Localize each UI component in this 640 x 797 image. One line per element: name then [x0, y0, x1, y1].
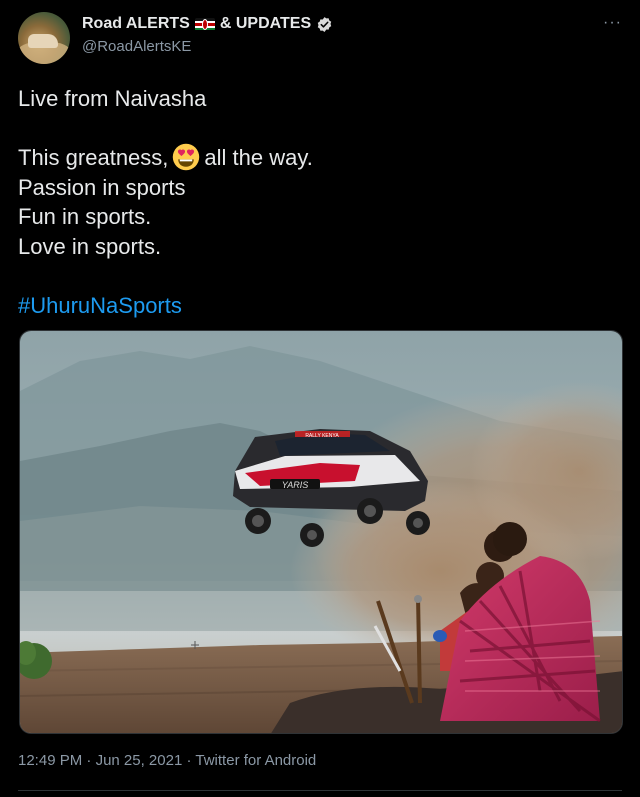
divider	[18, 790, 622, 791]
tweet-meta: 12:49 PM · Jun 25, 2021 · Twitter for An…	[18, 752, 316, 769]
kenya-flag-icon	[194, 17, 215, 31]
avatar-car	[28, 34, 58, 48]
tweet-line-2: This greatness, all the way.	[18, 143, 313, 171]
tweet-line-3: Passion in sports	[18, 174, 186, 200]
tweet-source[interactable]: Twitter for Android	[195, 752, 316, 769]
heart-eyes-emoji-icon	[173, 143, 200, 171]
meta-separator-1: ·	[86, 752, 92, 769]
hashtag-link[interactable]: #UhuruNaSports	[18, 291, 618, 321]
tweet-line-1: Live from Naivasha	[18, 86, 207, 111]
author-name-part1: Road ALERTS	[82, 15, 190, 32]
car-label: YARIS	[282, 480, 309, 490]
avatar[interactable]	[18, 12, 70, 64]
rally-photo: YARIS RALLY KENYA	[20, 331, 622, 733]
author-name-part2: & UPDATES	[219, 15, 312, 32]
meta-separator-2: ·	[186, 752, 192, 769]
tweet-time[interactable]: 12:49 PM	[18, 752, 82, 769]
author-name[interactable]: Road ALERTS & UPDATES	[82, 15, 333, 33]
verified-badge-icon	[317, 16, 332, 32]
tweet-media-image[interactable]: YARIS RALLY KENYA	[19, 330, 623, 734]
tweet-text: Live from Naivasha This greatness, all t…	[18, 84, 618, 320]
car-banner: RALLY KENYA	[305, 433, 339, 439]
tweet-date[interactable]: Jun 25, 2021	[96, 752, 183, 769]
author-handle[interactable]: @RoadAlertsKE	[82, 38, 191, 55]
more-options-icon[interactable]: ···	[603, 14, 622, 32]
tweet-line-5: Love in sports.	[18, 233, 162, 259]
tweet-line-4: Fun in sports.	[18, 204, 152, 229]
